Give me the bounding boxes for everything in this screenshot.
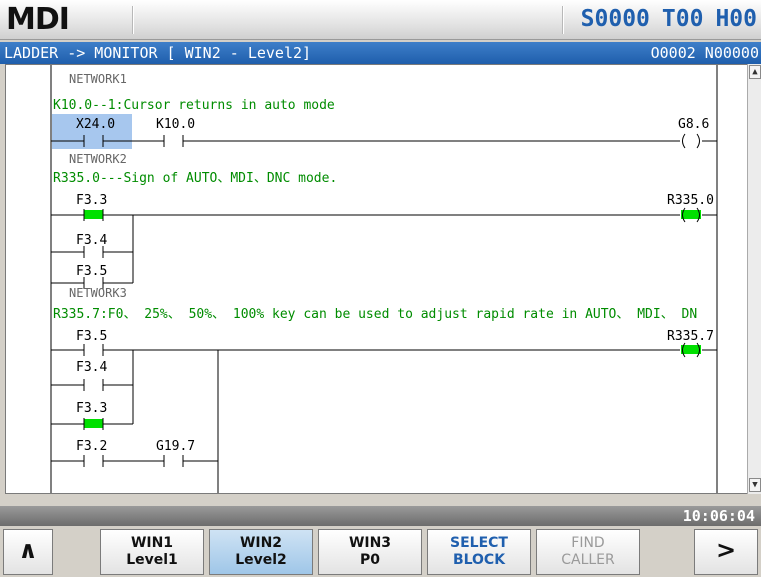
window-title: LADDER -> MONITOR [ WIN2 - Level2] (4, 44, 312, 62)
contact-on-indicator (84, 210, 103, 219)
rung-1 (51, 133, 717, 149)
clock: 10:06:04 (682, 507, 755, 525)
contact-on-indicator (84, 419, 103, 428)
softkey-label: WIN1 (130, 535, 174, 551)
softkey-label: WIN2 (239, 535, 283, 551)
scroll-up-arrow-icon[interactable]: ▲ (749, 65, 761, 79)
header-divider (562, 6, 564, 34)
rung-3 (51, 342, 717, 493)
softkey-label: FIND (571, 535, 605, 551)
contact-label: K10.0 (156, 117, 195, 132)
vertical-scrollbar[interactable]: ▲ ▼ (747, 64, 761, 494)
softkey-label: CALLER (561, 552, 615, 568)
contact-label: F3.4 (76, 233, 107, 248)
softkey-bar: ∧ WIN1 Level1 WIN2 Level2 WIN3 P0 SELECT… (0, 527, 761, 577)
contact-label: F3.5 (76, 329, 107, 344)
softkey-win2[interactable]: WIN2 Level2 (209, 529, 313, 575)
window-title-bar: LADDER -> MONITOR [ WIN2 - Level2] O0002… (0, 42, 761, 64)
softkey-label: Level1 (126, 552, 178, 568)
rung-2 (51, 207, 717, 289)
top-header: MDI S0000 T00 H00 (0, 0, 761, 40)
softkey-label: WIN3 (348, 535, 392, 551)
coil-label: G8.6 (678, 117, 709, 132)
chevron-up-icon[interactable]: ∧ (3, 529, 53, 575)
network-comment: R335.7:F0、 25%、 50%、 100% key can be use… (53, 307, 697, 322)
coil-label: R335.0 (667, 193, 714, 208)
network-label: NETWORK1 (69, 72, 127, 86)
softkey-win3[interactable]: WIN3 P0 (318, 529, 422, 575)
machine-status: S0000 T00 H00 (569, 6, 757, 32)
program-number: O0002 N00000 (650, 44, 759, 62)
chevron-right-icon[interactable]: > (694, 529, 758, 575)
contact-label: F3.3 (76, 193, 107, 208)
operation-mode: MDI (6, 2, 70, 37)
h-offset-code: H00 (715, 6, 757, 32)
coil-g8-6[interactable] (682, 133, 686, 149)
ladder-diagram[interactable]: NETWORK1 K10.0--1:Cursor returns in auto… (5, 64, 748, 494)
header-divider (132, 6, 134, 34)
coil-label: R335.7 (667, 329, 714, 344)
scroll-down-arrow-icon[interactable]: ▼ (749, 478, 761, 492)
contact-label: X24.0 (76, 117, 115, 132)
softkey-win1[interactable]: WIN1 Level1 (100, 529, 204, 575)
softkey-label: Level2 (235, 552, 287, 568)
contact-label: G19.7 (156, 439, 195, 454)
status-bar: 10:06:04 (0, 506, 761, 526)
tool-code: T00 (661, 6, 704, 32)
network-comment: K10.0--1:Cursor returns in auto mode (53, 98, 335, 113)
coil-on-indicator (681, 345, 701, 354)
softkey-label: P0 (359, 552, 380, 568)
softkey-label: SELECT (450, 535, 508, 551)
spindle-code: S0000 (580, 6, 650, 32)
network-label: NETWORK2 (69, 152, 127, 166)
softkey-select-block[interactable]: SELECT BLOCK (427, 529, 531, 575)
network-label: NETWORK3 (69, 286, 127, 300)
coil-on-indicator (681, 210, 701, 219)
contact-label: F3.3 (76, 401, 107, 416)
softkey-label: BLOCK (452, 552, 506, 568)
network-comment: R335.0---Sign of AUTO、MDI、DNC mode. (53, 171, 337, 186)
contact-label: F3.4 (76, 360, 107, 375)
contact-label: F3.2 (76, 439, 107, 454)
softkey-find-caller[interactable]: FIND CALLER (536, 529, 640, 575)
contact-label: F3.5 (76, 264, 107, 279)
ladder-canvas: NETWORK1 K10.0--1:Cursor returns in auto… (50, 65, 718, 493)
